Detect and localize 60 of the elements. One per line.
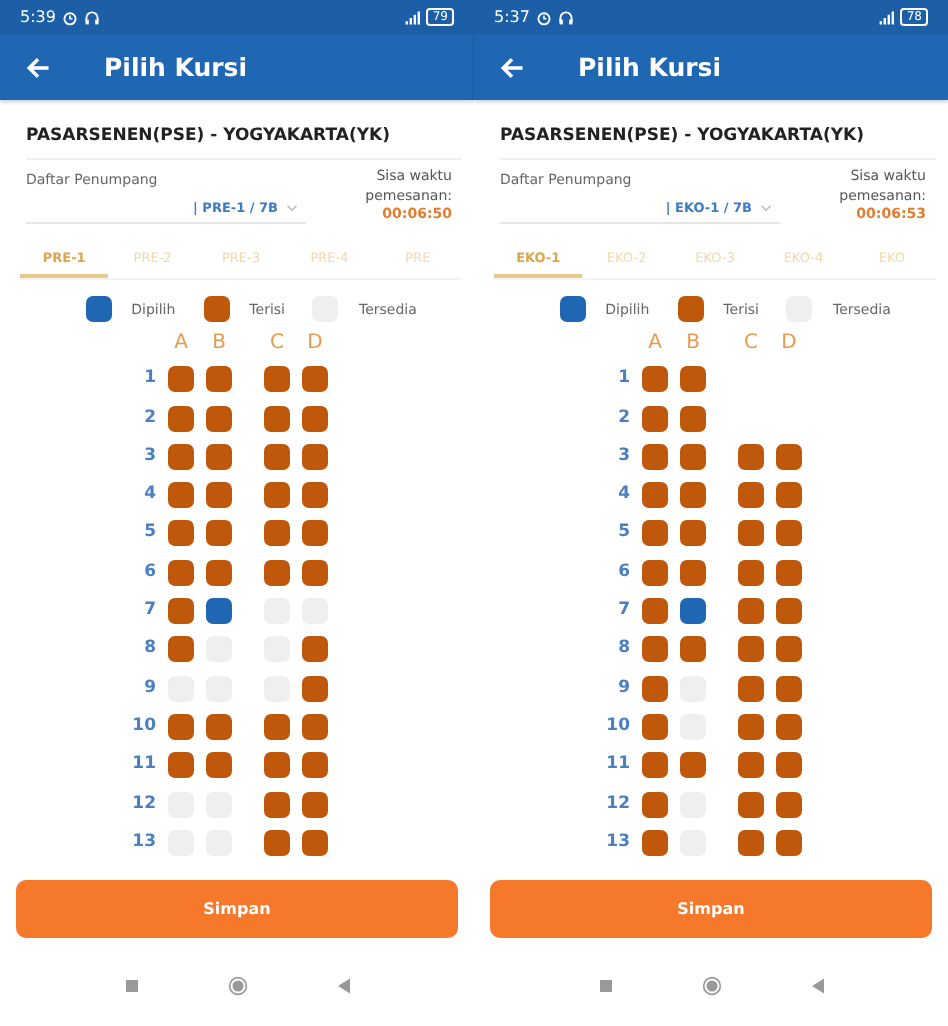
back-icon[interactable]	[337, 978, 349, 994]
column-letter: D	[305, 334, 325, 354]
row-number: 3	[142, 443, 156, 470]
seat[interactable]	[206, 598, 232, 625]
row-number: 9	[142, 675, 156, 702]
row-number: 1	[142, 366, 156, 393]
row-number: 7	[616, 598, 630, 625]
column-letter: B	[210, 334, 228, 354]
row-number: 13	[130, 829, 156, 856]
row-number: 10	[604, 713, 630, 740]
row-number: 4	[142, 482, 156, 509]
row-number: 7	[142, 598, 156, 625]
seat[interactable]	[680, 598, 706, 625]
caret-icon	[286, 204, 298, 212]
alarm-clock-icon	[61, 9, 78, 25]
column-letter: A	[646, 334, 664, 354]
column-letter: D	[779, 334, 799, 354]
row-number: 8	[142, 636, 156, 663]
alarm-clock-icon	[535, 9, 552, 25]
route-text: PASARSENEN(PSE) - YOGYAKARTA(YK)	[26, 126, 462, 160]
row-number: 8	[616, 636, 630, 663]
home-icon[interactable]	[227, 976, 247, 996]
row-number: 4	[616, 482, 630, 509]
save-button[interactable]: Simpan	[16, 879, 458, 938]
caret-icon	[760, 204, 772, 212]
row-number: 3	[616, 443, 630, 470]
row-number: 6	[142, 559, 156, 586]
row-number: 11	[130, 752, 156, 779]
row-number: 5	[616, 520, 630, 547]
column-letter: A	[172, 334, 190, 354]
headphones-icon	[83, 9, 100, 25]
row-number: 12	[130, 791, 156, 818]
row-number: 2	[616, 405, 630, 432]
row-number: 2	[142, 405, 156, 432]
home-icon[interactable]	[701, 976, 721, 996]
screen-title: Pilih Kursi	[104, 52, 248, 82]
clock-time: 5:39	[20, 8, 56, 26]
column-letter: C	[268, 334, 286, 354]
clock-time: 5:37	[494, 8, 530, 26]
recent-apps-icon[interactable]	[599, 980, 611, 992]
row-number: 10	[130, 713, 156, 740]
row-number: 6	[616, 559, 630, 586]
back-icon[interactable]	[811, 978, 823, 994]
column-letter: C	[742, 334, 760, 354]
row-number: 1	[616, 366, 630, 393]
back-arrow-icon[interactable]	[498, 53, 526, 81]
signal-icon	[404, 9, 421, 25]
screen-title: Pilih Kursi	[578, 52, 722, 82]
column-letter: B	[684, 334, 702, 354]
signal-icon	[878, 9, 895, 25]
row-number: 12	[604, 791, 630, 818]
row-number: 9	[616, 675, 630, 702]
save-button[interactable]: Simpan	[490, 879, 932, 938]
row-number: 13	[604, 829, 630, 856]
back-arrow-icon[interactable]	[24, 53, 52, 81]
row-number: 5	[142, 520, 156, 547]
row-number: 11	[604, 752, 630, 779]
recent-apps-icon[interactable]	[125, 980, 137, 992]
route-text: PASARSENEN(PSE) - YOGYAKARTA(YK)	[500, 126, 936, 160]
headphones-icon	[557, 9, 574, 25]
